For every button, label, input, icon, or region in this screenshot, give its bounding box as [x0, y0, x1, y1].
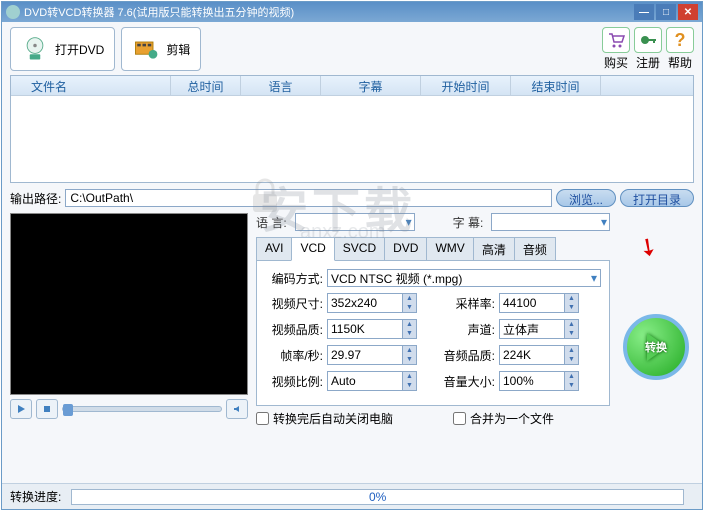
file-list-header: 文件名 总时间 语言 字幕 开始时间 结束时间 [11, 76, 693, 96]
stop-button[interactable] [36, 399, 58, 419]
aq-spinner[interactable]: 224K▲▼ [499, 345, 579, 365]
tab-vcd[interactable]: VCD [291, 237, 334, 261]
film-icon [132, 35, 160, 63]
tab-wmv[interactable]: WMV [426, 237, 473, 261]
col-filename[interactable]: 文件名 [11, 76, 171, 95]
tab-svcd[interactable]: SVCD [334, 237, 385, 261]
register-button[interactable]: 注册 [634, 27, 662, 71]
preview-panel [10, 213, 248, 395]
vol-spinner[interactable]: 100%▲▼ [499, 371, 579, 391]
buy-button[interactable]: 购买 [602, 27, 630, 71]
tab-avi[interactable]: AVI [256, 237, 292, 261]
browse-button[interactable]: 浏览... [556, 189, 616, 207]
progress-row: 转换进度: 0% [2, 483, 702, 509]
sample-spinner[interactable]: 44100▲▼ [499, 293, 579, 313]
key-icon [634, 27, 662, 53]
help-button[interactable]: ? 帮助 [666, 27, 694, 71]
col-end[interactable]: 结束时间 [511, 76, 601, 95]
options-row: 转换完后自动关闭电脑 合并为一个文件 [256, 406, 610, 431]
app-window: DVD转VCD转换器 7.6(试用版只能转换出五分钟的视频) — □ ✕ 打开D… [1, 1, 703, 510]
output-path-label: 输出路径: [10, 190, 61, 207]
ratio-label: 视频比例: [265, 373, 323, 390]
aq-label: 音频品质: [439, 347, 495, 364]
output-path-row: 输出路径: 浏览... 打开目录 [10, 189, 694, 207]
close-button[interactable]: ✕ [678, 4, 698, 20]
subtitle-label: 字 幕: [453, 214, 484, 231]
encode-select[interactable]: VCD NTSC 视频 (*.mpg)▾ [327, 269, 601, 287]
progress-bar: 0% [71, 489, 684, 505]
window-title: DVD转VCD转换器 7.6(试用版只能转换出五分钟的视频) [24, 4, 634, 20]
tab-dvd[interactable]: DVD [384, 237, 427, 261]
slider-thumb[interactable] [63, 404, 73, 416]
vq-label: 视频品质: [265, 321, 323, 338]
tab-panel: 编码方式: VCD NTSC 视频 (*.mpg)▾ 视频尺寸: 352x240… [256, 260, 610, 406]
subtitle-select[interactable]: ▾ [491, 213, 610, 231]
encode-label: 编码方式: [265, 270, 323, 287]
minimize-button[interactable]: — [634, 4, 654, 20]
shutdown-checkbox[interactable]: 转换完后自动关闭电脑 [256, 410, 393, 427]
channel-label: 声道: [439, 321, 495, 338]
open-dvd-button[interactable]: 打开DVD [10, 27, 115, 71]
help-icon: ? [666, 27, 694, 53]
col-lang[interactable]: 语言 [241, 76, 321, 95]
content-area: 打开DVD 剪辑 购买 注册 ? 帮助 [2, 22, 702, 483]
col-start[interactable]: 开始时间 [421, 76, 511, 95]
toolbar: 打开DVD 剪辑 购买 注册 ? 帮助 [10, 27, 694, 71]
tab-hd[interactable]: 高清 [473, 237, 515, 261]
merge-checkbox[interactable]: 合并为一个文件 [453, 410, 554, 427]
vq-spinner[interactable]: 1150K▲▼ [327, 319, 417, 339]
language-label: 语 言: [256, 214, 287, 231]
file-list[interactable]: 文件名 总时间 语言 字幕 开始时间 结束时间 [10, 75, 694, 183]
language-select[interactable]: ▾ [295, 213, 415, 231]
cart-icon [602, 27, 630, 53]
vol-label: 音量大小: [439, 373, 495, 390]
size-label: 视频尺寸: [265, 295, 323, 312]
tab-audio[interactable]: 音频 [514, 237, 556, 261]
output-path-input[interactable] [65, 189, 552, 207]
player-controls [10, 399, 248, 419]
convert-label: 转换 [645, 339, 667, 355]
format-tabs: AVI VCD SVCD DVD WMV 高清 音频 [256, 237, 610, 261]
size-spinner[interactable]: 352x240▲▼ [327, 293, 417, 313]
sample-label: 采样率: [439, 295, 495, 312]
col-subtitle[interactable]: 字幕 [321, 76, 421, 95]
ratio-spinner[interactable]: Auto▲▼ [327, 371, 417, 391]
help-label: 帮助 [668, 54, 692, 71]
app-icon [6, 5, 20, 19]
fps-label: 帧率/秒: [265, 347, 323, 364]
open-dvd-label: 打开DVD [55, 41, 104, 58]
seek-slider[interactable] [62, 406, 222, 412]
edit-button[interactable]: 剪辑 [121, 27, 201, 71]
play-button[interactable] [10, 399, 32, 419]
fps-spinner[interactable]: 29.97▲▼ [327, 345, 417, 365]
register-label: 注册 [636, 54, 660, 71]
language-row: 语 言: ▾ 字 幕: ▾ [256, 213, 610, 231]
titlebar[interactable]: DVD转VCD转换器 7.6(试用版只能转换出五分钟的视频) — □ ✕ [2, 2, 702, 22]
channel-spinner[interactable]: 立体声▲▼ [499, 319, 579, 339]
arrow-hint-icon: ➘ [632, 230, 665, 265]
edit-label: 剪辑 [166, 41, 190, 58]
open-dir-button[interactable]: 打开目录 [620, 189, 694, 207]
col-total[interactable]: 总时间 [171, 76, 241, 95]
convert-button[interactable]: 转换 [623, 314, 689, 380]
buy-label: 购买 [604, 54, 628, 71]
disc-icon [21, 35, 49, 63]
maximize-button[interactable]: □ [656, 4, 676, 20]
volume-button[interactable] [226, 399, 248, 419]
progress-label: 转换进度: [10, 488, 61, 505]
progress-value: 0% [369, 490, 386, 504]
